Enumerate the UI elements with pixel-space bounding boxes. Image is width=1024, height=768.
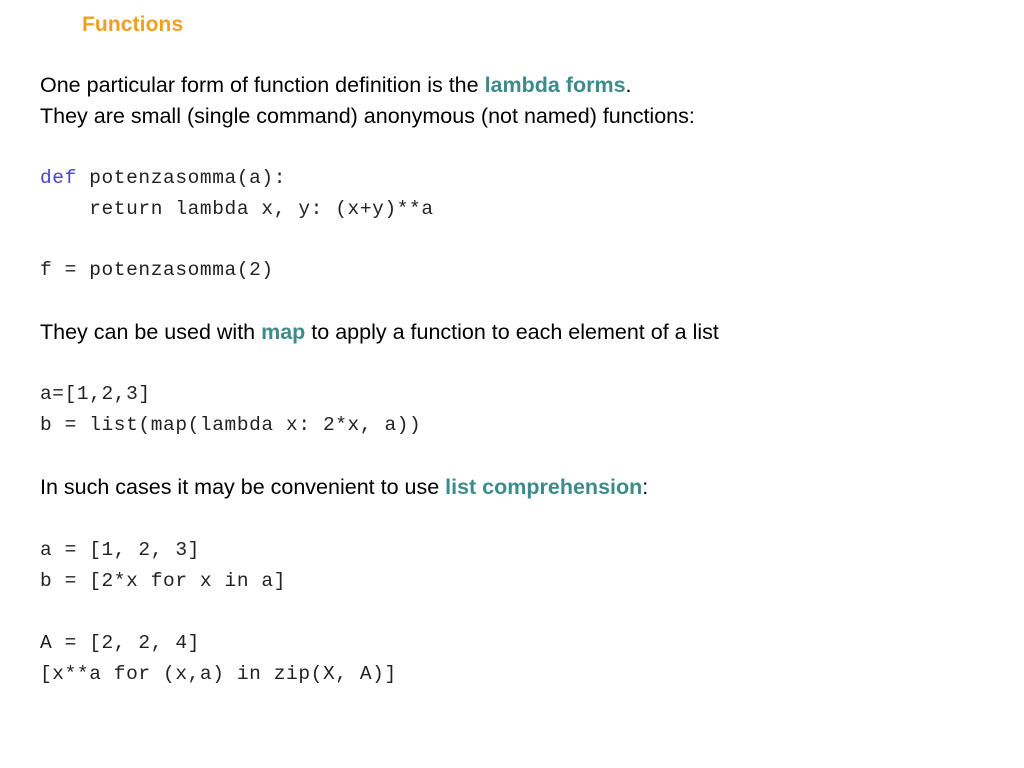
slide-canvas: Functions One particular form of functio… [0,0,1024,768]
code-block-def-line1: def potenzasomma(a): [40,163,990,194]
code-block-map-line2: b = list(map(lambda x: 2*x, a)) [40,414,422,436]
intro-paragraph-line2: They are small (single command) anonymou… [40,104,695,128]
map-para-after: to apply a function to each element of a… [305,320,719,344]
def-keyword: def [40,167,77,189]
code-block-comprehension-line1: a = [1, 2, 3] [40,539,200,561]
intro-line1-after: . [625,73,632,97]
intro-line1-before: One particular form of function definiti… [40,73,485,97]
intro-paragraph: One particular form of function definiti… [40,70,990,101]
code-block-zip-line2: [x**a for (x,a) in zip(X, A)] [40,663,397,685]
slide-body: One particular form of function definiti… [40,70,990,690]
comprehension-para-after: : [642,475,649,499]
map-keyword: map [261,320,306,344]
code-block-def-line2: return lambda x, y: (x+y)**a [40,198,434,220]
map-paragraph: They can be used with map to apply a fun… [40,317,990,348]
comprehension-para-before: In such cases it may be convenient to us… [40,475,446,499]
map-para-before: They can be used with [40,320,262,344]
list-comprehension-keyword: list comprehension [445,475,643,499]
lambda-forms-keyword: lambda forms [484,73,626,97]
def-signature: potenzasomma(a): [76,167,287,189]
comprehension-paragraph: In such cases it may be convenient to us… [40,472,990,503]
page-title: Functions [82,13,184,36]
code-block-map-line1: a=[1,2,3] [40,383,151,405]
code-block-zip-line1: A = [2, 2, 4] [40,632,200,654]
code-block-comprehension-line2: b = [2*x for x in a] [40,570,287,592]
code-block-assign-f: f = potenzasomma(2) [40,259,274,281]
